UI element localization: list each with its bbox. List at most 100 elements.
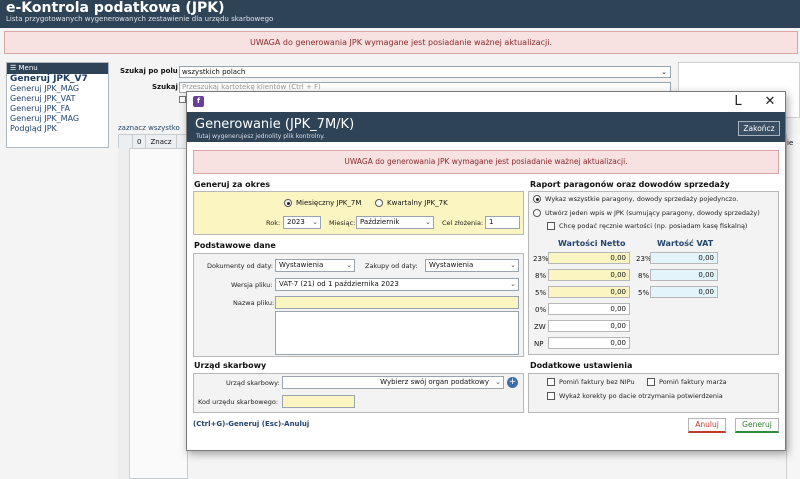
grid-col-blank (119, 135, 133, 148)
month-select[interactable]: Październik ⌄ (356, 216, 434, 229)
grid-scrollbar[interactable] (118, 148, 130, 479)
basic-data-box: Dokumenty od daty: Wystawienia ⌄ Zakupy … (193, 253, 524, 357)
year-label: Rok: (266, 219, 281, 227)
report-box: Wykaz wszystkie paragony, dowody sprzeda… (528, 191, 779, 355)
corrections-label: Wykaż korekty po dacie otrzymania potwie… (559, 392, 723, 400)
vat-value-23[interactable]: 0,00 (650, 252, 718, 264)
dialog-warning-banner: UWAGA do generowania JPK wymagane jest p… (193, 150, 779, 174)
search-checkbox[interactable] (179, 96, 186, 103)
purchases-from-value: Wystawienia (429, 261, 474, 269)
dialog-header: Generowanie (JPK_7M/K) Tutaj wygenerujes… (187, 112, 785, 142)
skip-no-nip-checkbox[interactable] (547, 378, 555, 386)
period-section-title: Generuj za okres (194, 180, 271, 189)
manual-values-checkbox[interactable] (547, 222, 555, 230)
tax-office-box: Urząd skarbowy: Wybierz swój organ podat… (193, 373, 524, 413)
grid-col-mark: Znacz (146, 135, 177, 148)
net-rate-5: 5% (535, 289, 547, 297)
month-value: Październik (360, 218, 400, 226)
report-all-label: Wykaz wszystkie paragony, dowody sprzeda… (545, 195, 739, 203)
chevron-down-icon: ⌄ (510, 280, 516, 288)
generate-button[interactable]: Generuj (735, 418, 779, 433)
skip-margin-label: Pomiń faktury marża (659, 378, 727, 386)
background-right-grid (786, 134, 800, 479)
vat-rate-8: 8% (638, 272, 650, 280)
file-version-label: Wersja pliku: (231, 281, 273, 289)
net-value-23[interactable]: 0,00 (548, 252, 630, 264)
purchases-from-label: Zakupy od daty: (365, 262, 418, 270)
file-name-input[interactable] (275, 296, 519, 309)
tax-office-placeholder: Wybierz swój organ podatkowy (380, 378, 489, 386)
manual-values-label: Chcę podać ręcznie wartości (np. posiada… (559, 222, 748, 230)
vat-values-header: Wartość VAT (657, 239, 714, 248)
net-value-0[interactable]: 0,00 (548, 303, 630, 315)
menu-item-generuj-jpk-mag[interactable]: Generuj JPK_MAG (7, 84, 108, 94)
vat-value-8[interactable]: 0,00 (650, 269, 718, 281)
menu-item-generuj-jpk-mag-2[interactable]: Generuj JPK_MAG (7, 114, 108, 124)
net-value-np[interactable]: 0,00 (548, 337, 630, 349)
net-value-8[interactable]: 0,00 (548, 269, 630, 281)
search-field-select[interactable]: wszystkich polach ⌄ (179, 66, 671, 78)
basic-section-title: Podstawowe dane (194, 241, 276, 250)
select-all-link[interactable]: zaznacz wszystko (118, 124, 180, 132)
net-value-zw[interactable]: 0,00 (548, 320, 630, 332)
dialog-subtitle: Tutaj wygenerujesz jednolity plik kontro… (196, 133, 325, 140)
report-single-label: Utwórz jeden wpis w JPK (sumujący parago… (545, 209, 760, 217)
report-single-radio[interactable] (533, 209, 541, 217)
dialog-titlebar: f L ✕ (187, 92, 785, 112)
skip-margin-checkbox[interactable] (647, 378, 655, 386)
net-values-header: Wartości Netto (558, 239, 626, 248)
chevron-down-icon: ⌄ (346, 261, 352, 269)
search-query-label: Szukaj (152, 83, 178, 91)
vat-rate-5: 5% (638, 289, 650, 297)
grid-col-right: ie (787, 139, 794, 147)
finish-button[interactable]: Zakończ (738, 121, 780, 136)
generate-dialog: f L ✕ Generowanie (JPK_7M/K) Tutaj wygen… (186, 91, 786, 451)
chevron-down-icon: ⌄ (312, 218, 318, 226)
corrections-checkbox[interactable] (547, 392, 555, 400)
menu-item-generuj-jpk-fa[interactable]: Generuj JPK_FA (7, 104, 108, 114)
net-rate-np: NP (534, 340, 544, 348)
search-field-value: wszystkich polach (182, 68, 246, 76)
net-rate-0: 0% (535, 306, 547, 314)
tax-office-code-label: Kod urzędu skarbowego: (198, 398, 279, 406)
report-section-title: Raport paragonów oraz dowodów sprzedaży (530, 180, 730, 189)
file-version-select[interactable]: VAT-7 (21) od 1 października 2023 ⌄ (275, 278, 519, 291)
chevron-down-icon: ⌄ (661, 68, 667, 76)
tax-office-label: Urząd skarbowy: (226, 379, 280, 387)
report-all-radio[interactable] (533, 195, 541, 203)
menu-item-podglad-jpk[interactable]: Podgląd JPK (7, 124, 108, 134)
net-value-5[interactable]: 0,00 (548, 286, 630, 298)
purpose-input[interactable]: 1 (485, 216, 520, 229)
file-name-label: Nazwa pliku: (233, 299, 275, 307)
file-notes-area[interactable] (275, 311, 519, 355)
tax-office-code-input[interactable] (282, 395, 355, 408)
skip-no-nip-label: Pomiń faktury bez NIPu (559, 378, 635, 386)
add-tax-office-icon[interactable]: + (507, 377, 518, 388)
menu-item-generuj-jpk-v7[interactable]: Generuj JPK_V7 (7, 74, 108, 84)
chevron-down-icon: ⌄ (495, 378, 501, 386)
monthly-radio-label: Miesięczny JPK_7M (296, 199, 362, 207)
close-icon[interactable]: ✕ (759, 94, 781, 110)
extra-settings-box: Pomiń faktury bez NIPu Pomiń faktury mar… (528, 373, 779, 413)
chevron-down-icon: ⌄ (510, 261, 516, 269)
docs-from-label: Dokumenty od daty: (207, 262, 273, 270)
minimize-icon[interactable]: L (727, 94, 749, 110)
net-rate-8: 8% (535, 272, 547, 280)
vat-value-5[interactable]: 0,00 (650, 286, 718, 298)
tax-office-select[interactable]: Wybierz swój organ podatkowy ⌄ (282, 376, 504, 389)
menu-item-generuj-jpk-vat[interactable]: Generuj JPK_VAT (7, 94, 108, 104)
app-title: e-Kontrola podatkowa (JPK) (6, 0, 225, 16)
app-header: e-Kontrola podatkowa (JPK) Lista przygot… (0, 0, 800, 28)
docs-from-select[interactable]: Wystawienia ⌄ (275, 259, 355, 272)
year-select[interactable]: 2023 ⌄ (283, 216, 321, 229)
purpose-label: Cel złożenia: (442, 219, 484, 227)
purchases-from-select[interactable]: Wystawienia ⌄ (425, 259, 519, 272)
year-value: 2023 (287, 218, 305, 226)
quarterly-radio[interactable] (375, 199, 383, 207)
quarterly-radio-label: Kwartalny JPK_7K (387, 199, 448, 207)
cancel-button[interactable]: Anuluj (688, 418, 726, 433)
tax-office-section-title: Urząd skarbowy (194, 361, 267, 370)
menu-panel: ☰ Menu Generuj JPK_V7 Generuj JPK_MAG Ge… (6, 62, 109, 148)
shortcut-hint: (Ctrl+G)-Generuj (Esc)-Anuluj (193, 420, 310, 428)
monthly-radio[interactable] (284, 199, 292, 207)
